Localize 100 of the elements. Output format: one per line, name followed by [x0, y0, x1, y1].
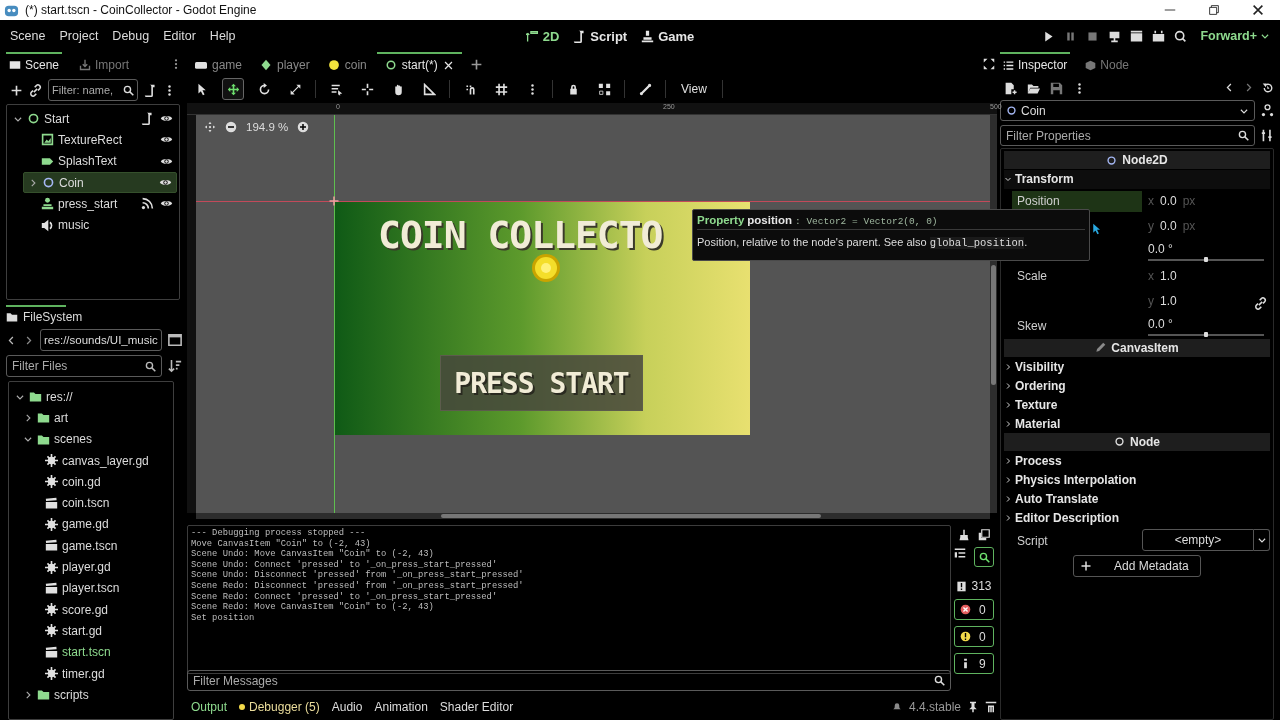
slider-thumb[interactable]	[1204, 331, 1208, 337]
file-item[interactable]: player.gd	[27, 556, 171, 578]
scene-node[interactable]: music	[23, 214, 177, 236]
file-item[interactable]: start.gd	[27, 620, 171, 642]
property-group[interactable]: Material	[1004, 414, 1270, 433]
close-icon[interactable]	[1251, 3, 1265, 17]
new-resource-icon[interactable]	[1004, 81, 1017, 95]
filter-field[interactable]: Filter Properties	[1000, 125, 1255, 146]
property-group[interactable]: Auto Translate	[1004, 489, 1270, 509]
dock-tab[interactable]: Import	[76, 52, 133, 76]
monitor-icon[interactable]	[1108, 29, 1122, 43]
file-item[interactable]: score.gd	[27, 598, 171, 621]
object-selector[interactable]: Coin	[1000, 100, 1255, 121]
file-item[interactable]: game.gd	[27, 513, 171, 536]
workspace-tab[interactable]: Script	[573, 28, 628, 44]
property-group[interactable]: Physics Interpolation	[1004, 470, 1270, 490]
panel-tab[interactable]: Shader Editor	[439, 700, 514, 714]
link-icon[interactable]	[1254, 296, 1267, 310]
property-group[interactable]: Texture	[1004, 395, 1270, 415]
collapse-icon[interactable]	[954, 547, 966, 559]
dock-tab[interactable]: Node	[1082, 52, 1133, 76]
property-value[interactable]: 0.0	[1160, 194, 1177, 209]
script-icon[interactable]	[141, 112, 154, 126]
chevron-right-icon[interactable]	[23, 689, 33, 700]
workspace-tab[interactable]: Game	[641, 28, 695, 44]
panel-tab[interactable]: Output	[191, 700, 228, 714]
filter-input[interactable]: Filter Files	[12, 356, 141, 376]
plus-icon[interactable]	[10, 83, 23, 97]
menu-item[interactable]: Debug	[112, 29, 150, 43]
file-item[interactable]: player.tscn	[27, 577, 171, 599]
resource-field[interactable]: <empty>	[1142, 529, 1254, 552]
zoom-in-icon[interactable]	[297, 121, 310, 133]
maximize-icon[interactable]	[1207, 3, 1221, 17]
sort-icon[interactable]	[168, 359, 182, 373]
panel-tab[interactable]: Debugger (5)	[239, 700, 320, 714]
editor-tab[interactable]: coin	[319, 52, 375, 76]
property-value[interactable]: 0.0 °	[1148, 316, 1264, 331]
slider-thumb[interactable]	[1204, 256, 1208, 262]
filter-field[interactable]: Filter Files	[6, 355, 162, 377]
file-item[interactable]: game.tscn	[27, 535, 171, 557]
filter-toggle[interactable]: 0	[954, 626, 994, 647]
workspace-tab[interactable]: 2D	[525, 28, 560, 44]
zoom-level[interactable]: 194.9 %	[246, 121, 289, 133]
property-value[interactable]: 1.0	[1160, 269, 1177, 284]
broom-icon[interactable]	[958, 529, 970, 541]
scene-node[interactable]: SplashText	[23, 150, 177, 172]
save-icon[interactable]	[1050, 81, 1063, 95]
magnifier-icon[interactable]	[1174, 29, 1188, 43]
file-item[interactable]: start.tscn	[27, 641, 171, 663]
file-item[interactable]: art	[19, 407, 171, 429]
menu-item[interactable]: Scene	[10, 29, 46, 43]
pin-icon[interactable]	[967, 701, 979, 713]
dock-tab[interactable]: Inspector	[1000, 52, 1071, 76]
file-item[interactable]: res://	[11, 386, 171, 408]
property-group[interactable]: Ordering	[1004, 376, 1270, 396]
press-start-button[interactable]: PRESS START	[440, 355, 643, 411]
scene-node[interactable]: TextureRect	[23, 129, 177, 151]
panel-tab[interactable]: Audio	[331, 700, 363, 714]
property-group[interactable]: Process	[1004, 452, 1270, 471]
search-toggle[interactable]	[974, 547, 994, 567]
editor-tab[interactable]: player	[252, 52, 318, 76]
chevron-right-icon[interactable]	[23, 412, 33, 423]
property-group[interactable]: Visibility	[1004, 357, 1270, 377]
property-group[interactable]: Editor Description	[1004, 508, 1270, 528]
view-menu[interactable]: View	[675, 82, 713, 96]
plus-icon[interactable]	[469, 57, 483, 71]
file-item[interactable]: scenes	[19, 428, 171, 450]
menu-item[interactable]: Project	[59, 29, 99, 43]
scrollbar-thumb[interactable]	[441, 514, 821, 518]
filter-toggle[interactable]: 9	[954, 653, 994, 674]
file-item[interactable]: coin.gd	[27, 471, 171, 493]
history-icon[interactable]	[1262, 82, 1274, 94]
link-icon[interactable]	[29, 83, 42, 97]
chevron-right-icon[interactable]	[28, 177, 38, 188]
folder-open-icon[interactable]	[1027, 81, 1040, 95]
scene-node[interactable]: press_start	[23, 193, 177, 215]
property-group[interactable]: Transform	[1004, 170, 1270, 189]
filter-field[interactable]: Filter: name,	[48, 79, 138, 101]
property-value[interactable]: 1.0	[1160, 294, 1177, 309]
file-item[interactable]: timer.gd	[27, 662, 171, 685]
editor-tab[interactable]: start(*)	[376, 52, 462, 76]
editor-tab[interactable]: game	[187, 52, 251, 76]
copy-icon[interactable]	[978, 529, 990, 541]
close-icon[interactable]	[442, 59, 454, 71]
file-item[interactable]: scripts	[19, 684, 171, 706]
expand-icon[interactable]	[983, 58, 995, 70]
menu-item[interactable]: Help	[209, 29, 236, 43]
renderer-dropdown[interactable]: Forward+	[1200, 29, 1270, 43]
slider-track[interactable]	[1148, 258, 1264, 261]
property-value[interactable]: 0.0	[1160, 219, 1177, 234]
play-icon[interactable]	[1042, 29, 1056, 43]
scene-node[interactable]: Start	[9, 108, 177, 130]
slider-track[interactable]	[1148, 333, 1264, 336]
property-value[interactable]: 0.0 °	[1148, 241, 1264, 256]
signal-icon[interactable]	[141, 197, 154, 211]
tools-icon[interactable]	[1261, 129, 1274, 142]
script-icon[interactable]	[144, 83, 157, 97]
filter-input[interactable]: Filter: name,	[52, 80, 119, 100]
filter-input[interactable]: Filter Properties	[1006, 126, 1234, 145]
tool-button[interactable]	[222, 78, 244, 100]
